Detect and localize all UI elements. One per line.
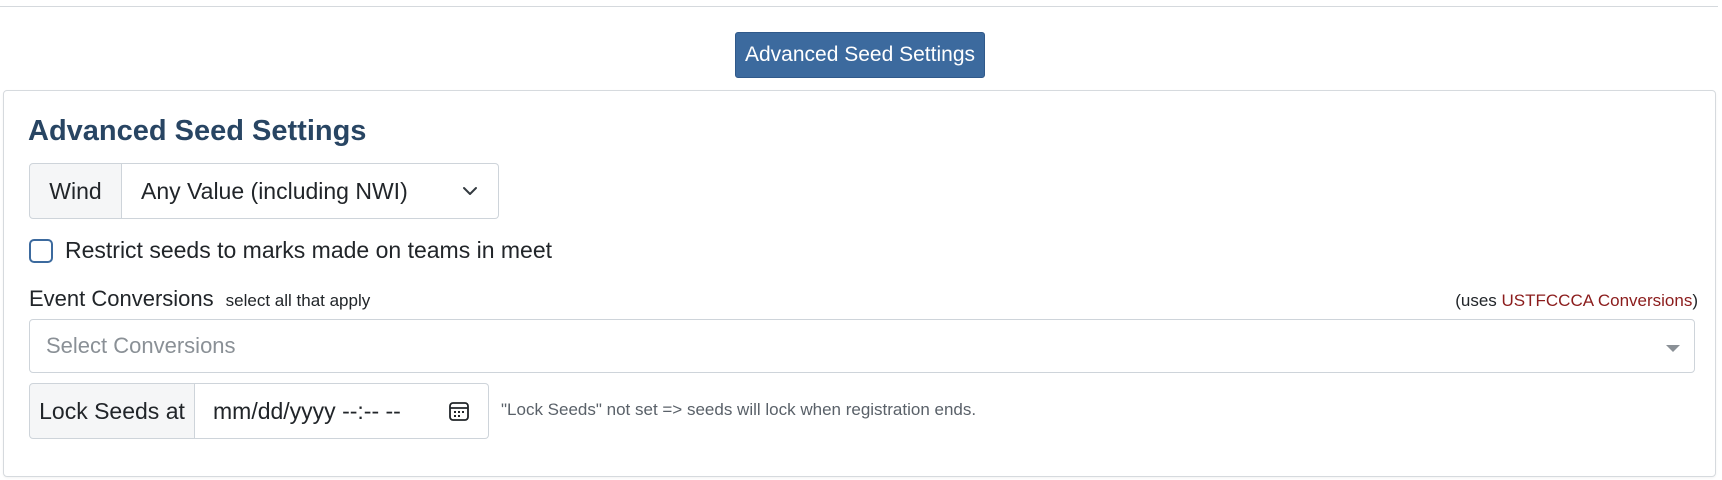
wind-label: Wind [29, 163, 122, 219]
lock-seeds-label: Lock Seeds at [29, 383, 195, 439]
uses-prefix: (uses [1455, 291, 1502, 310]
calendar-icon[interactable] [448, 400, 470, 422]
lock-seeds-note: "Lock Seeds" not set => seeds will lock … [501, 400, 977, 419]
lock-seeds-value: mm/dd/yyyy --:-- -- [213, 397, 401, 424]
ustfccca-conversions-link[interactable]: USTFCCCA Conversions [1502, 291, 1693, 310]
restrict-seeds-checkbox[interactable] [29, 238, 53, 263]
wind-input-group: Wind Any Value (including NWI) [29, 163, 499, 219]
advanced-seed-settings-card: Advanced Seed Settings Wind Any Value (i… [3, 90, 1716, 477]
conversions-placeholder: Select Conversions [46, 333, 236, 358]
event-conversions-header: Event Conversions select all that apply [29, 286, 370, 312]
caret-down-icon [1666, 344, 1680, 352]
lock-seeds-input-group: Lock Seeds at mm/dd/yyyy --:-- -- [29, 383, 489, 439]
wind-select[interactable]: Any Value (including NWI) [122, 163, 499, 219]
event-conversions-label: Event Conversions [29, 286, 214, 311]
conversions-source-note: (uses USTFCCCA Conversions) [1455, 291, 1698, 311]
restrict-seeds-option[interactable]: Restrict seeds to marks made on teams in… [29, 237, 552, 264]
advanced-seed-settings-toggle-button[interactable]: Advanced Seed Settings [735, 32, 985, 78]
lock-seeds-datetime-input[interactable]: mm/dd/yyyy --:-- -- [195, 383, 489, 439]
event-conversions-hint: select all that apply [225, 291, 371, 310]
wind-select-value: Any Value (including NWI) [141, 177, 408, 204]
conversions-multiselect[interactable]: Select Conversions [29, 319, 1695, 373]
restrict-seeds-label: Restrict seeds to marks made on teams in… [65, 237, 553, 263]
card-title: Advanced Seed Settings [28, 115, 367, 147]
top-divider [0, 6, 1718, 7]
uses-suffix: ) [1692, 291, 1698, 310]
chevron-down-icon [460, 181, 480, 201]
